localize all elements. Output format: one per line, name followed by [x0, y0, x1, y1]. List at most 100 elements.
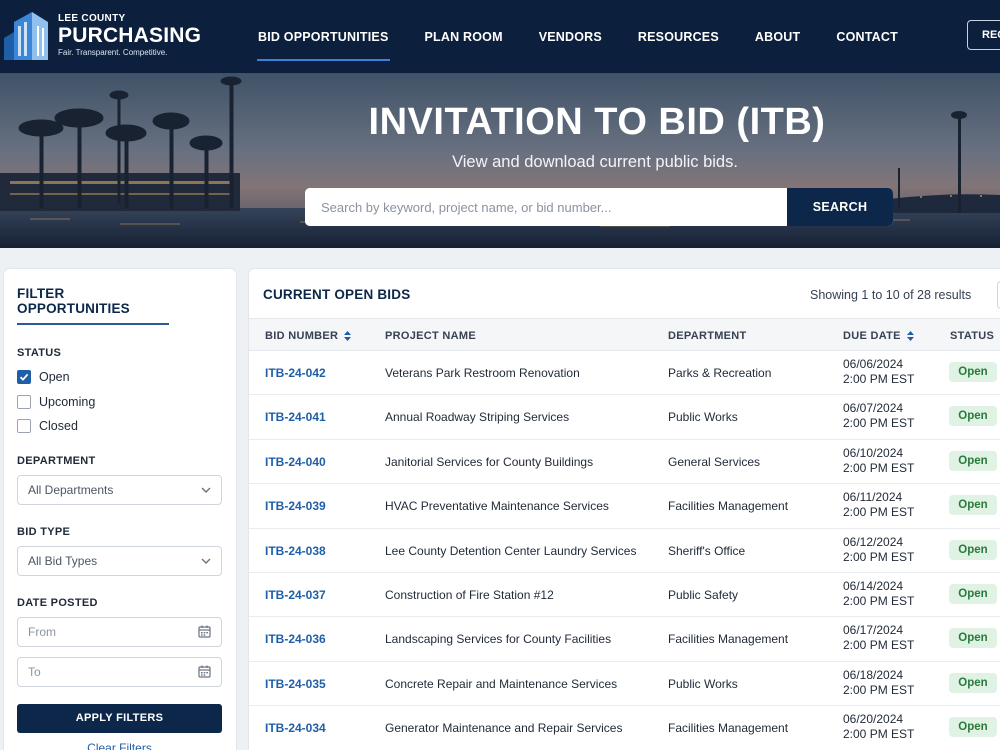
table-row[interactable]: ITB-24-038 Lee County Detention Center La… [249, 529, 1000, 573]
col-due-date-label: DUE DATE [843, 330, 901, 342]
bid-number-link[interactable]: ITB-24-034 [265, 721, 326, 735]
department-name: Facilities Management [668, 499, 789, 514]
status-badge: Open [949, 450, 997, 471]
table-row[interactable]: ITB-24-035 Concrete Repair and Maintenanc… [249, 662, 1000, 707]
due-date-day: 06/11/2024 [843, 490, 903, 505]
department-name: General Services [668, 454, 761, 469]
status-badge: Open [949, 495, 997, 516]
bid-number-link[interactable]: ITB-24-035 [265, 677, 326, 691]
checkbox-unchecked-icon [17, 419, 31, 434]
nav-plan-room[interactable]: PLAN ROOM [407, 0, 521, 73]
nav-resources[interactable]: RESOURCES [620, 0, 737, 73]
project-name: Generator Maintenance and Repair Service… [385, 721, 623, 736]
col-status: STATUS [950, 330, 994, 342]
status-badge: Open [949, 406, 997, 427]
due-date-day: 06/20/2024 [843, 712, 904, 727]
department-select-value: All Departments [28, 482, 114, 497]
table-row[interactable]: ITB-24-042 Veterans Park Restroom Renovat… [249, 351, 1000, 396]
status-badge: Open [949, 628, 997, 649]
nav-contact[interactable]: CONTACT [818, 0, 916, 73]
bid-number-link[interactable]: ITB-24-039 [265, 499, 326, 513]
bid-type-select[interactable]: All Bid Types [17, 545, 222, 576]
due-date-day: 06/06/2024 [843, 357, 904, 371]
bid-number-link[interactable]: ITB-24-042 [265, 366, 326, 380]
project-name: Lee County Detention Center Laundry Serv… [385, 543, 637, 558]
filter-panel: FILTER OPPORTUNITIES STATUS Open Upcomin… [4, 269, 236, 750]
chevron-down-icon [201, 487, 211, 493]
nav-about[interactable]: ABOUT [737, 0, 818, 73]
project-name: Landscaping Services for County Faciliti… [385, 632, 612, 647]
site-logo[interactable]: LEE COUNTY PURCHASING Fair. Transparent.… [4, 10, 201, 60]
department-name: Public Safety [668, 588, 739, 602]
due-date-time: 2:00 PM EST [843, 460, 915, 475]
table-row[interactable]: ITB-24-036 Landscaping Services for Count… [249, 617, 1000, 662]
status-open-checkbox[interactable]: Open [17, 365, 223, 390]
project-name: Construction of Fire Station #12 [385, 588, 554, 602]
building-logo-icon [4, 12, 48, 60]
brand-tagline: Fair. Transparent. Competitive. [58, 47, 168, 57]
table-row[interactable]: ITB-24-037 Construction of Fire Station #… [249, 573, 1000, 618]
due-date: 06/07/2024 2:00 PM EST [843, 401, 914, 431]
status-upcoming-checkbox[interactable]: Upcoming [17, 390, 223, 415]
date-from-input[interactable]: From [17, 616, 222, 647]
clear-filters-link[interactable]: Clear Filters [17, 741, 222, 750]
bid-number-link[interactable]: ITB-24-037 [265, 588, 326, 602]
department-name: Sheriff's Office [668, 543, 746, 558]
due-date: 06/10/2024 2:00 PM EST [843, 446, 914, 476]
bid-number-link[interactable]: ITB-24-036 [265, 632, 326, 646]
project-name: Concrete Repair and Maintenance Services [385, 676, 618, 691]
chevron-down-icon [201, 558, 211, 564]
nav-bid-opportunities[interactable]: BID OPPORTUNITIES [240, 0, 407, 73]
date-to-input[interactable]: To [17, 656, 222, 687]
bid-number-link[interactable]: ITB-24-040 [265, 455, 326, 469]
main-menu: BID OPPORTUNITIES PLAN ROOM VENDORS RESO… [240, 0, 916, 73]
bid-number-link[interactable]: ITB-24-038 [265, 544, 326, 558]
table-row[interactable]: ITB-24-041 Annual Roadway Striping Servic… [249, 395, 1000, 440]
department-name: Facilities Management [668, 721, 789, 736]
col-bid-number[interactable]: BID NUMBER [265, 330, 352, 342]
calendar-icon [198, 665, 211, 678]
sort-icon [344, 331, 352, 341]
due-date: 06/20/2024 2:00 PM EST [843, 712, 914, 742]
department-name: Parks & Recreation [668, 366, 772, 380]
department-select[interactable]: All Departments [17, 474, 222, 505]
status-badge: Open [949, 584, 997, 604]
status-badge: Open [949, 672, 997, 693]
due-date-time: 2:00 PM EST [843, 594, 915, 608]
date-posted-filter-label: DATE POSTED [17, 596, 98, 609]
page-title: INVITATION TO BID (ITB) [368, 101, 826, 143]
register-button[interactable]: REG [967, 20, 1000, 50]
table-row[interactable]: ITB-24-034 Generator Maintenance and Repa… [249, 706, 1000, 750]
col-project-name: PROJECT NAME [385, 330, 476, 342]
due-date: 06/14/2024 2:00 PM EST [843, 579, 914, 609]
col-department-label: DEPARTMENT [668, 330, 747, 342]
department-name: Public Works [668, 676, 738, 691]
top-nav: LEE COUNTY PURCHASING Fair. Transparent.… [0, 0, 1000, 73]
page-subtitle: View and download current public bids. [452, 153, 738, 171]
status-badge: Open [949, 362, 997, 382]
status-open-label: Open [39, 370, 70, 385]
department-filter-label: DEPARTMENT [17, 454, 96, 467]
search-button[interactable]: SEARCH [787, 188, 893, 226]
project-name: HVAC Preventative Maintenance Services [385, 499, 609, 514]
table-row[interactable]: ITB-24-039 HVAC Preventative Maintenance … [249, 484, 1000, 529]
nav-vendors[interactable]: VENDORS [521, 0, 620, 73]
col-status-label: STATUS [950, 330, 995, 342]
due-date-time: 2:00 PM EST [843, 416, 915, 431]
table-row[interactable]: ITB-24-040 Janitorial Services for County… [249, 440, 1000, 485]
due-date-time: 2:00 PM EST [843, 638, 915, 653]
due-date: 06/06/2024 2:00 PM EST [843, 357, 914, 387]
status-badge: Open [949, 717, 997, 738]
bid-search-input[interactable] [305, 188, 787, 226]
date-to-placeholder: To [28, 664, 41, 679]
due-date-time: 2:00 PM EST [843, 372, 915, 386]
bid-number-link[interactable]: ITB-24-041 [265, 410, 326, 424]
department-name: Facilities Management [668, 632, 789, 647]
calendar-icon [198, 625, 211, 638]
apply-filters-button[interactable]: APPLY FILTERS [17, 703, 222, 733]
due-date-day: 06/14/2024 [843, 579, 904, 593]
department-name: Public Works [668, 410, 738, 425]
status-closed-checkbox[interactable]: Closed [17, 414, 223, 439]
col-due-date[interactable]: DUE DATE [843, 330, 914, 342]
due-date-time: 2:00 PM EST [843, 549, 915, 564]
